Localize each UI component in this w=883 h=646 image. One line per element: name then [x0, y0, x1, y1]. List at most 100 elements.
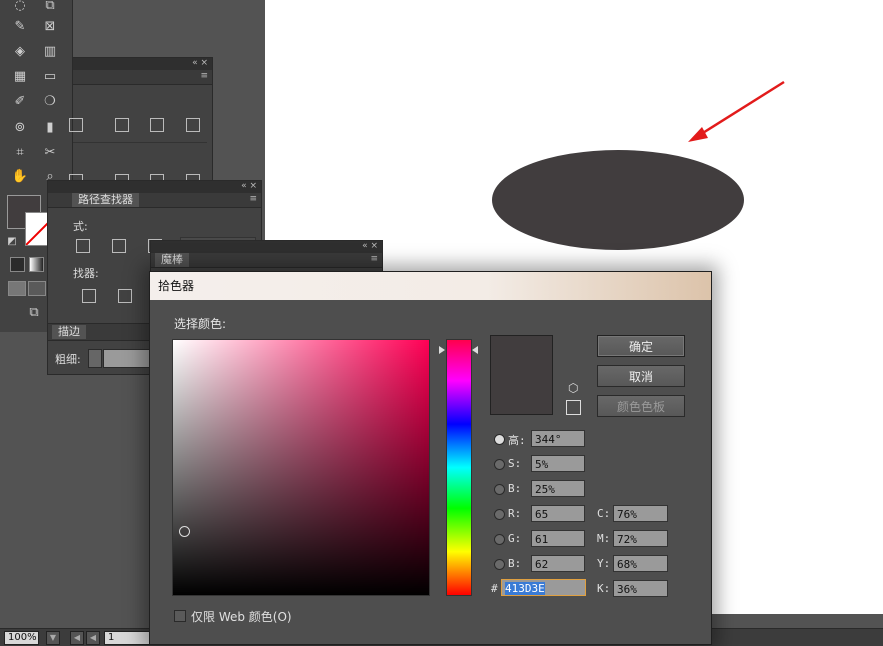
blend-icon[interactable]: ❍: [40, 92, 60, 112]
zoom-dropdown-icon[interactable]: ▼: [46, 631, 60, 645]
saturation-input[interactable]: 5%: [531, 455, 585, 472]
mesh-icon[interactable]: ▦: [10, 67, 30, 87]
red-arrow-annotation: [688, 80, 785, 142]
hex-input[interactable]: 413D3E: [501, 579, 586, 596]
column-graph-icon[interactable]: ▮: [40, 118, 60, 138]
ellipse-shape[interactable]: [492, 150, 744, 250]
color-swatches-button[interactable]: 颜色色板: [597, 395, 685, 417]
align-panel: « × ≡: [69, 57, 213, 199]
web-safe-icon[interactable]: [566, 400, 581, 415]
radio-green[interactable]: [494, 534, 505, 545]
hue-slider-left-handle[interactable]: [439, 346, 445, 354]
red-input[interactable]: 65: [531, 505, 585, 522]
brightness-input[interactable]: 25%: [531, 480, 585, 497]
zoom-field[interactable]: 100%: [4, 631, 39, 645]
weight-input[interactable]: [103, 349, 153, 368]
black-label: K:: [597, 582, 611, 595]
out-of-gamut-cube-icon[interactable]: ⬡: [568, 381, 578, 395]
blue-input[interactable]: 62: [531, 555, 585, 572]
yellow-label: Y:: [597, 557, 611, 570]
web-only-label: 仅限 Web 颜色(O): [191, 610, 292, 624]
red-label: R:: [508, 507, 522, 520]
unite-icon[interactable]: [76, 239, 90, 253]
shape-builder-icon[interactable]: ◈: [10, 42, 30, 62]
screen-mode-icon[interactable]: ⧉: [24, 303, 44, 323]
default-colors-icon[interactable]: ◩: [2, 232, 22, 252]
trim-icon[interactable]: [118, 289, 132, 303]
radio-hue[interactable]: [494, 434, 505, 445]
radio-saturation[interactable]: [494, 459, 505, 470]
first-page-icon[interactable]: ◀: [70, 631, 84, 645]
saturation-label: S:: [508, 457, 522, 470]
ok-button[interactable]: 确定: [597, 335, 685, 357]
align-hcenter-icon[interactable]: [115, 118, 129, 132]
hex-label: #: [491, 582, 498, 595]
magenta-input[interactable]: 72%: [613, 530, 668, 547]
hue-slider[interactable]: [446, 339, 472, 596]
align-left-icon[interactable]: [69, 118, 83, 132]
align-hcenter2-icon[interactable]: [150, 118, 164, 132]
minus-front-icon[interactable]: [112, 239, 126, 253]
brightness-label: B:: [508, 482, 522, 495]
hue-input[interactable]: 344°: [531, 430, 585, 447]
color-picker-dialog: 拾色器 选择颜色: ⬡ 确定 取消 颜色色板 高: 344° S: 5% B: …: [149, 271, 712, 645]
color-field-cursor[interactable]: [179, 526, 190, 537]
panel-controls[interactable]: « ×: [192, 58, 208, 68]
panel-menu-icon[interactable]: ≡: [249, 194, 257, 204]
yellow-input[interactable]: 68%: [613, 555, 668, 572]
dialog-titlebar: 拾色器: [150, 272, 711, 300]
saturation-brightness-field[interactable]: [172, 339, 430, 596]
stroke-panel: 描边 粗细:: [47, 323, 153, 375]
panel-menu-icon[interactable]: ≡: [200, 71, 208, 81]
artboard-tool-icon[interactable]: ⌗: [10, 143, 30, 163]
cancel-button[interactable]: 取消: [597, 365, 685, 387]
tab-stroke[interactable]: 描边: [52, 325, 86, 339]
artboard-icon[interactable]: ⧉: [40, 0, 60, 16]
draw-behind-icon[interactable]: [28, 281, 46, 296]
magic-wand-tabbar: 魔棒 ≡: [151, 253, 382, 268]
lasso-icon[interactable]: ◌: [10, 0, 30, 16]
panel-controls[interactable]: « ×: [241, 181, 257, 191]
divide-icon[interactable]: [82, 289, 96, 303]
align-panel-tabbar: ≡: [73, 70, 212, 85]
green-input[interactable]: 61: [531, 530, 585, 547]
pathfinder-tabbar: 路径查找器 ≡: [48, 193, 261, 208]
cyan-label: C:: [597, 507, 611, 520]
select-color-label: 选择颜色:: [174, 317, 227, 331]
hex-selected-text: 413D3E: [505, 582, 545, 595]
symbol-sprayer-icon[interactable]: ⊚: [10, 118, 30, 138]
color-mode-icon[interactable]: [10, 257, 25, 272]
draw-normal-icon[interactable]: [8, 281, 26, 296]
warp-icon[interactable]: ✎: [10, 17, 30, 37]
tab-magic-wand[interactable]: 魔棒: [155, 253, 189, 267]
panel-menu-icon[interactable]: ≡: [370, 254, 378, 264]
hue-slider-right-handle[interactable]: [472, 346, 478, 354]
align-right-icon[interactable]: [186, 118, 200, 132]
black-input[interactable]: 36%: [613, 580, 668, 597]
prev-page-icon[interactable]: ◀: [86, 631, 100, 645]
free-transform-icon[interactable]: ⊠: [40, 17, 60, 37]
magenta-label: M:: [597, 532, 611, 545]
radio-red[interactable]: [494, 509, 505, 520]
dialog-title: 拾色器: [158, 279, 195, 293]
stroke-weight-label: 粗细:: [55, 353, 81, 366]
weight-stepper[interactable]: [88, 349, 102, 368]
tab-pathfinder[interactable]: 路径查找器: [72, 193, 139, 207]
hand-icon[interactable]: ✋: [10, 167, 30, 187]
gradient-mode-icon[interactable]: [29, 257, 44, 272]
hue-label: 高:: [508, 434, 526, 447]
green-label: G:: [508, 532, 522, 545]
radio-blue[interactable]: [494, 559, 505, 570]
pathfinders-label: 找器:: [73, 267, 99, 280]
eyedropper-icon[interactable]: ✐: [10, 92, 30, 112]
cyan-input[interactable]: 76%: [613, 505, 668, 522]
perspective-icon[interactable]: ▥: [40, 42, 60, 62]
radio-brightness[interactable]: [494, 484, 505, 495]
slice-icon[interactable]: ✂: [40, 143, 60, 163]
blue-label: B:: [508, 557, 522, 570]
web-only-checkbox[interactable]: [174, 610, 186, 622]
page-field[interactable]: 1: [104, 631, 153, 645]
panel-controls[interactable]: « ×: [362, 241, 378, 251]
current-color-preview: [490, 335, 553, 415]
gradient-icon[interactable]: ▭: [40, 67, 60, 87]
